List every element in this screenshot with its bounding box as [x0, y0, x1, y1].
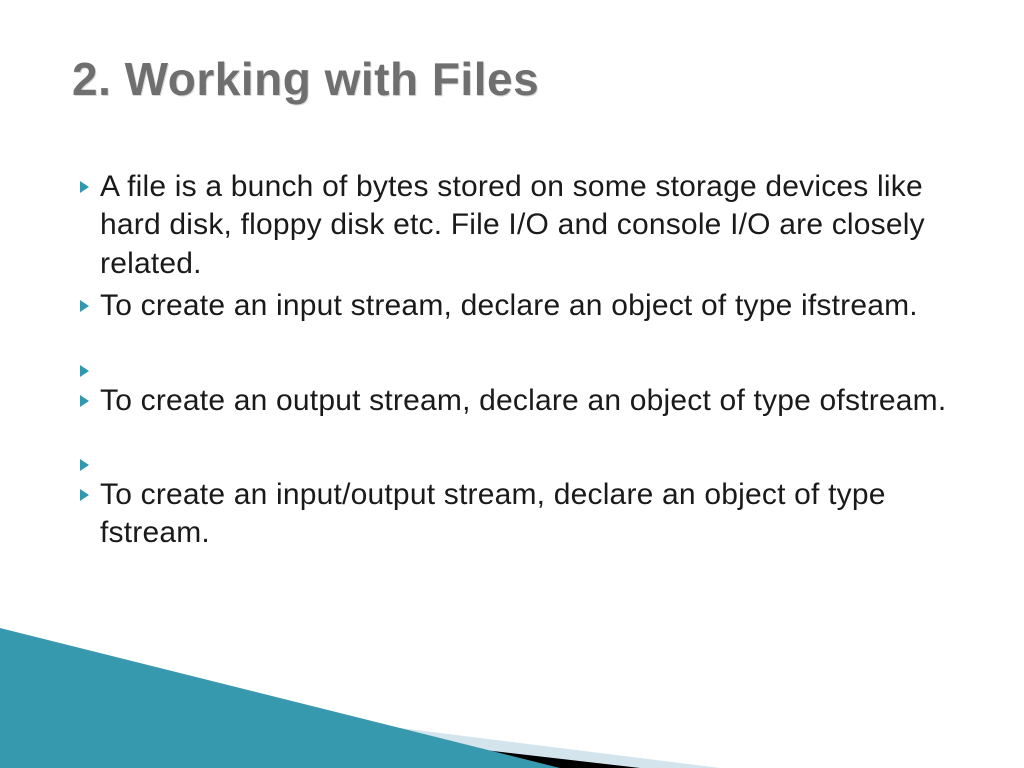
list-item — [78, 352, 958, 378]
list-item: To create an output stream, declare an o… — [78, 382, 958, 420]
caret-right-icon — [78, 180, 100, 194]
list-item: To create an input stream, declare an ob… — [78, 287, 958, 325]
caret-right-icon — [78, 458, 100, 472]
list-item: A file is a bunch of bytes stored on som… — [78, 168, 958, 283]
list-item — [78, 446, 958, 472]
bullet-text: To create an output stream, declare an o… — [100, 382, 958, 420]
spacer — [78, 424, 958, 446]
caret-right-icon — [78, 299, 100, 313]
bullet-text: To create an input stream, declare an ob… — [100, 287, 958, 325]
decorative-triangle-teal — [0, 628, 560, 768]
caret-right-icon — [78, 394, 100, 408]
bullet-text: To create an input/output stream, declar… — [100, 476, 958, 553]
bullet-list: A file is a bunch of bytes stored on som… — [78, 168, 958, 557]
slide-title: 2. Working with Files — [72, 52, 539, 106]
caret-right-icon — [78, 488, 100, 502]
list-item: To create an input/output stream, declar… — [78, 476, 958, 553]
bullet-text: A file is a bunch of bytes stored on som… — [100, 168, 958, 283]
spacer — [78, 330, 958, 352]
slide: 2. Working with Files A file is a bunch … — [0, 0, 1024, 768]
caret-right-icon — [78, 364, 100, 378]
